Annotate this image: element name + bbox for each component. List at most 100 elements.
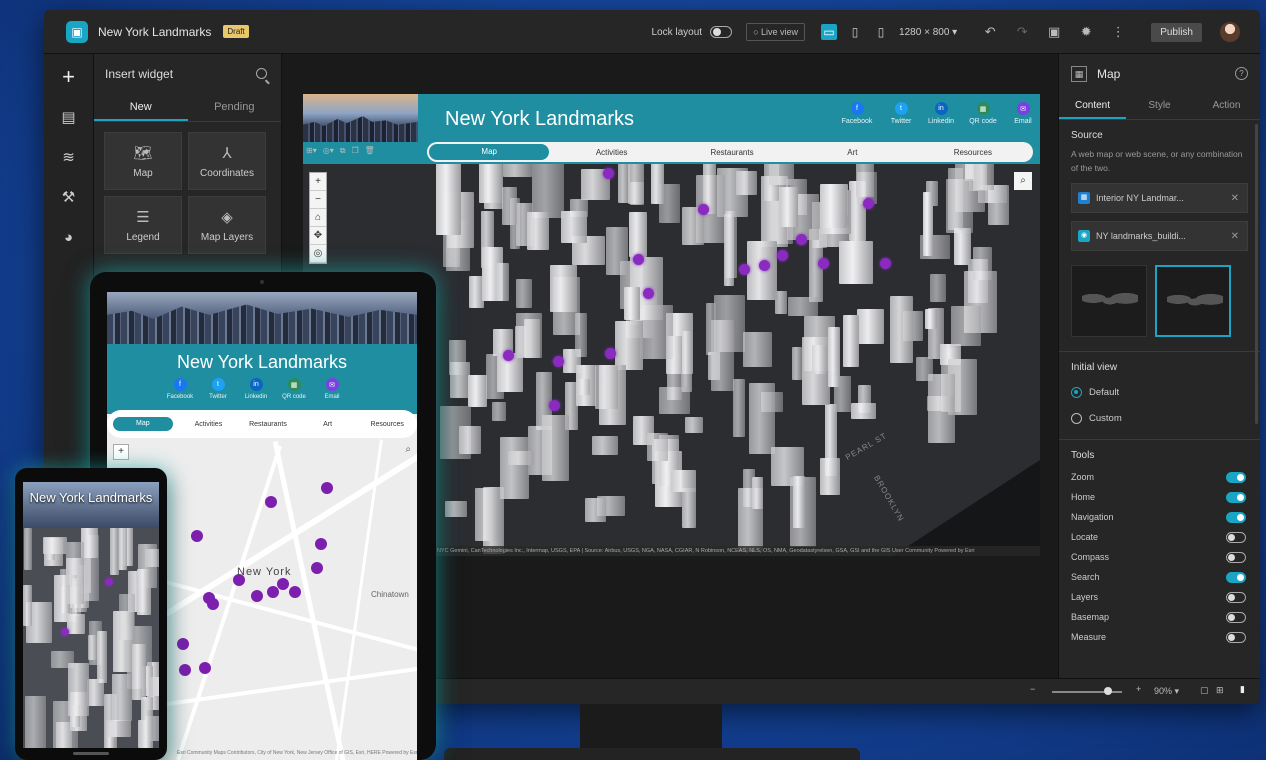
share-twitter[interactable]: t Twitter: [201, 378, 235, 400]
landmark-point[interactable]: [863, 198, 874, 209]
share-facebook[interactable]: f Facebook: [837, 102, 877, 125]
theme-palette-icon[interactable]: ◕: [56, 224, 82, 250]
landmark-point[interactable]: [267, 586, 279, 598]
desktop-device-icon[interactable]: ▭: [821, 24, 838, 40]
layout-tool-icon[interactable]: ⊞▾: [306, 146, 317, 156]
copy-tool-icon[interactable]: ❐: [351, 146, 358, 156]
tool-toggle-basemap[interactable]: [1226, 611, 1246, 623]
landmark-point[interactable]: [880, 258, 891, 269]
source-item[interactable]: ▦ Interior NY Landmar... ✕: [1071, 183, 1248, 213]
nav-art[interactable]: Art: [298, 421, 358, 428]
landmark-point[interactable]: [61, 628, 69, 636]
pin-tool-icon[interactable]: ◎▾: [323, 146, 334, 156]
landmark-point[interactable]: [321, 482, 333, 494]
share-linkedin[interactable]: in Linkedin: [239, 378, 273, 400]
tool-toggle-locate[interactable]: [1226, 531, 1246, 543]
landmark-point[interactable]: [311, 562, 323, 574]
zoom-in-button[interactable]: +: [113, 444, 129, 460]
initial-view-custom[interactable]: Custom: [1059, 405, 1260, 431]
navigation-pan-icon[interactable]: ✥: [310, 227, 326, 245]
redo-icon[interactable]: ↷: [1013, 24, 1031, 40]
remove-source-icon[interactable]: ✕: [1231, 193, 1239, 204]
widget-tile-legend[interactable]: ☰ Legend: [104, 196, 182, 254]
tool-toggle-search[interactable]: [1226, 571, 1246, 583]
nav-activities[interactable]: Activities: [551, 148, 671, 157]
duplicate-tool-icon[interactable]: ⧉: [340, 146, 346, 156]
tab-content[interactable]: Content: [1059, 94, 1126, 119]
tool-toggle-zoom[interactable]: [1226, 471, 1246, 483]
delete-tool-icon[interactable]: 🗑: [365, 146, 375, 156]
web-map-thumbnail[interactable]: [1071, 265, 1147, 337]
landmark-point[interactable]: [605, 348, 616, 359]
landmark-point[interactable]: [759, 260, 770, 271]
nav-map[interactable]: Map: [113, 417, 173, 431]
fit-screen-icon[interactable]: ▢: [1200, 685, 1209, 696]
insert-widget-plus-icon[interactable]: +: [56, 64, 82, 90]
compass-icon[interactable]: ◎: [310, 245, 326, 263]
publish-button[interactable]: Publish: [1151, 22, 1202, 42]
web-scene-thumbnail[interactable]: [1155, 265, 1231, 337]
landmark-point[interactable]: [191, 530, 203, 542]
share-linkedin[interactable]: in Linkedin: [921, 102, 961, 125]
landmark-point[interactable]: [503, 350, 514, 361]
landmark-point[interactable]: [553, 356, 564, 367]
share-twitter[interactable]: t Twitter: [881, 102, 921, 125]
tool-toggle-navigation[interactable]: [1226, 511, 1246, 523]
landmark-point[interactable]: [105, 578, 113, 586]
nav-restaurants[interactable]: Restaurants: [238, 421, 298, 428]
nav-map[interactable]: Map: [429, 144, 550, 160]
share-qr-code[interactable]: ▦ QR code: [277, 378, 311, 400]
zoom-in-button[interactable]: +: [310, 173, 326, 191]
landmark-point[interactable]: [315, 538, 327, 550]
widget-tile-map-layers[interactable]: ◈ Map Layers: [188, 196, 266, 254]
zoom-in-icon[interactable]: +: [1136, 684, 1141, 694]
tab-new[interactable]: New: [94, 94, 188, 121]
share-email[interactable]: ✉ Email: [1003, 102, 1043, 125]
map-search-icon[interactable]: ⌕: [405, 444, 411, 455]
landmark-point[interactable]: [739, 264, 750, 275]
remove-source-icon[interactable]: ✕: [1231, 231, 1239, 242]
tab-style[interactable]: Style: [1126, 94, 1193, 119]
resolution-select[interactable]: 1280 × 800 ▾: [899, 27, 957, 38]
tab-action[interactable]: Action: [1193, 94, 1260, 119]
more-options-icon[interactable]: ⋮: [1109, 24, 1127, 40]
zoom-out-button[interactable]: −: [310, 191, 326, 209]
landmark-point[interactable]: [251, 590, 263, 602]
share-qr-code[interactable]: ▦ QR code: [963, 102, 1003, 125]
settings-scrollbar[interactable]: [1255, 124, 1258, 424]
settings-gear-icon[interactable]: ✹: [1077, 24, 1095, 40]
tab-pending[interactable]: Pending: [188, 94, 282, 121]
tool-toggle-compass[interactable]: [1226, 551, 1246, 563]
app-title[interactable]: New York Landmarks: [98, 25, 211, 39]
canvas-zoom-slider[interactable]: [1052, 687, 1122, 695]
landmark-point[interactable]: [277, 578, 289, 590]
tool-toggle-layers[interactable]: [1226, 591, 1246, 603]
experience-builder-logo-icon[interactable]: ▣: [66, 20, 88, 43]
nav-resources[interactable]: Resources: [913, 148, 1033, 157]
landmark-point[interactable]: [603, 168, 614, 179]
tablet-device-icon[interactable]: ▯: [847, 24, 863, 40]
phone-device-icon[interactable]: ▯: [873, 24, 889, 40]
nav-restaurants[interactable]: Restaurants: [672, 148, 792, 157]
landmark-point[interactable]: [179, 664, 191, 676]
nav-art[interactable]: Art: [792, 148, 912, 157]
map-search-icon[interactable]: ⌕: [1014, 172, 1032, 190]
landmark-point[interactable]: [777, 250, 788, 261]
nav-resources[interactable]: Resources: [357, 421, 417, 428]
page-icon[interactable]: ▤: [56, 104, 82, 130]
landmark-point[interactable]: [633, 254, 644, 265]
landmark-point[interactable]: [177, 638, 189, 650]
landmark-point[interactable]: [207, 598, 219, 610]
source-item[interactable]: ◉ NY landmarks_buildi... ✕: [1071, 221, 1248, 251]
landmark-point[interactable]: [643, 288, 654, 299]
grid-icon[interactable]: ⊞: [1216, 685, 1224, 696]
widget-tile-coordinates[interactable]: ⅄ Coordinates: [188, 132, 266, 190]
initial-view-default[interactable]: Default: [1059, 379, 1260, 405]
landmark-point[interactable]: [265, 496, 277, 508]
share-facebook[interactable]: f Facebook: [163, 378, 197, 400]
zoom-percent[interactable]: 90% ▾: [1154, 686, 1179, 697]
data-database-icon[interactable]: ≋: [56, 144, 82, 170]
landmark-point[interactable]: [289, 586, 301, 598]
nav-activities[interactable]: Activities: [179, 421, 239, 428]
lock-layout-toggle[interactable]: [710, 26, 733, 38]
